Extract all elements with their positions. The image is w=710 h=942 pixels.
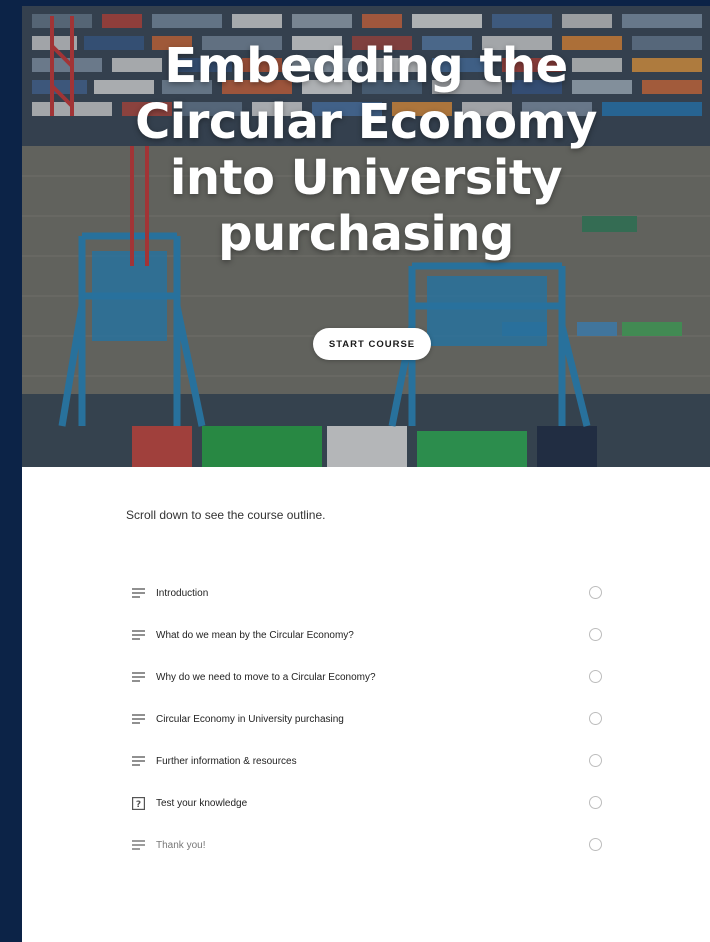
lines-icon [131, 712, 145, 726]
start-course-button[interactable]: START COURSE [313, 328, 431, 360]
quiz-icon: ? [131, 796, 145, 810]
status-circle-icon [589, 628, 602, 641]
course-outline: Introduction What do we mean by the Circ… [126, 572, 602, 866]
status-circle-icon [589, 838, 602, 851]
lines-icon [131, 586, 145, 600]
course-title: Embedding the Circular Economy into Univ… [135, 38, 597, 263]
intro-text: Scroll down to see the course outline. [126, 508, 326, 522]
lines-icon [131, 670, 145, 684]
left-rail [0, 0, 22, 942]
lesson-further-information[interactable]: Further information & resources [126, 740, 602, 782]
lesson-label: Thank you! [156, 839, 206, 851]
status-circle-icon [589, 670, 602, 683]
hero-banner: Embedding the Circular Economy into Univ… [22, 6, 710, 467]
lesson-label: Circular Economy in University purchasin… [156, 713, 344, 725]
lesson-thank-you[interactable]: Thank you! [126, 824, 602, 866]
lines-icon [131, 628, 145, 642]
lesson-label: Introduction [156, 587, 209, 599]
lesson-label: What do we mean by the Circular Economy? [156, 629, 354, 641]
lesson-test-knowledge[interactable]: ? Test your knowledge [126, 782, 602, 824]
status-circle-icon [589, 712, 602, 725]
svg-text:?: ? [135, 800, 140, 810]
status-circle-icon [589, 796, 602, 809]
lesson-label: Test your knowledge [156, 797, 248, 809]
lines-icon [131, 754, 145, 768]
lesson-label: Why do we need to move to a Circular Eco… [156, 671, 376, 683]
lesson-circular-economy-meaning[interactable]: What do we mean by the Circular Economy? [126, 614, 602, 656]
lesson-introduction[interactable]: Introduction [126, 572, 602, 614]
status-circle-icon [589, 754, 602, 767]
lesson-why-move[interactable]: Why do we need to move to a Circular Eco… [126, 656, 602, 698]
course-page: Embedding the Circular Economy into Univ… [22, 6, 710, 942]
lines-icon [131, 838, 145, 852]
status-circle-icon [589, 586, 602, 599]
lesson-label: Further information & resources [156, 755, 297, 767]
lesson-university-purchasing[interactable]: Circular Economy in University purchasin… [126, 698, 602, 740]
